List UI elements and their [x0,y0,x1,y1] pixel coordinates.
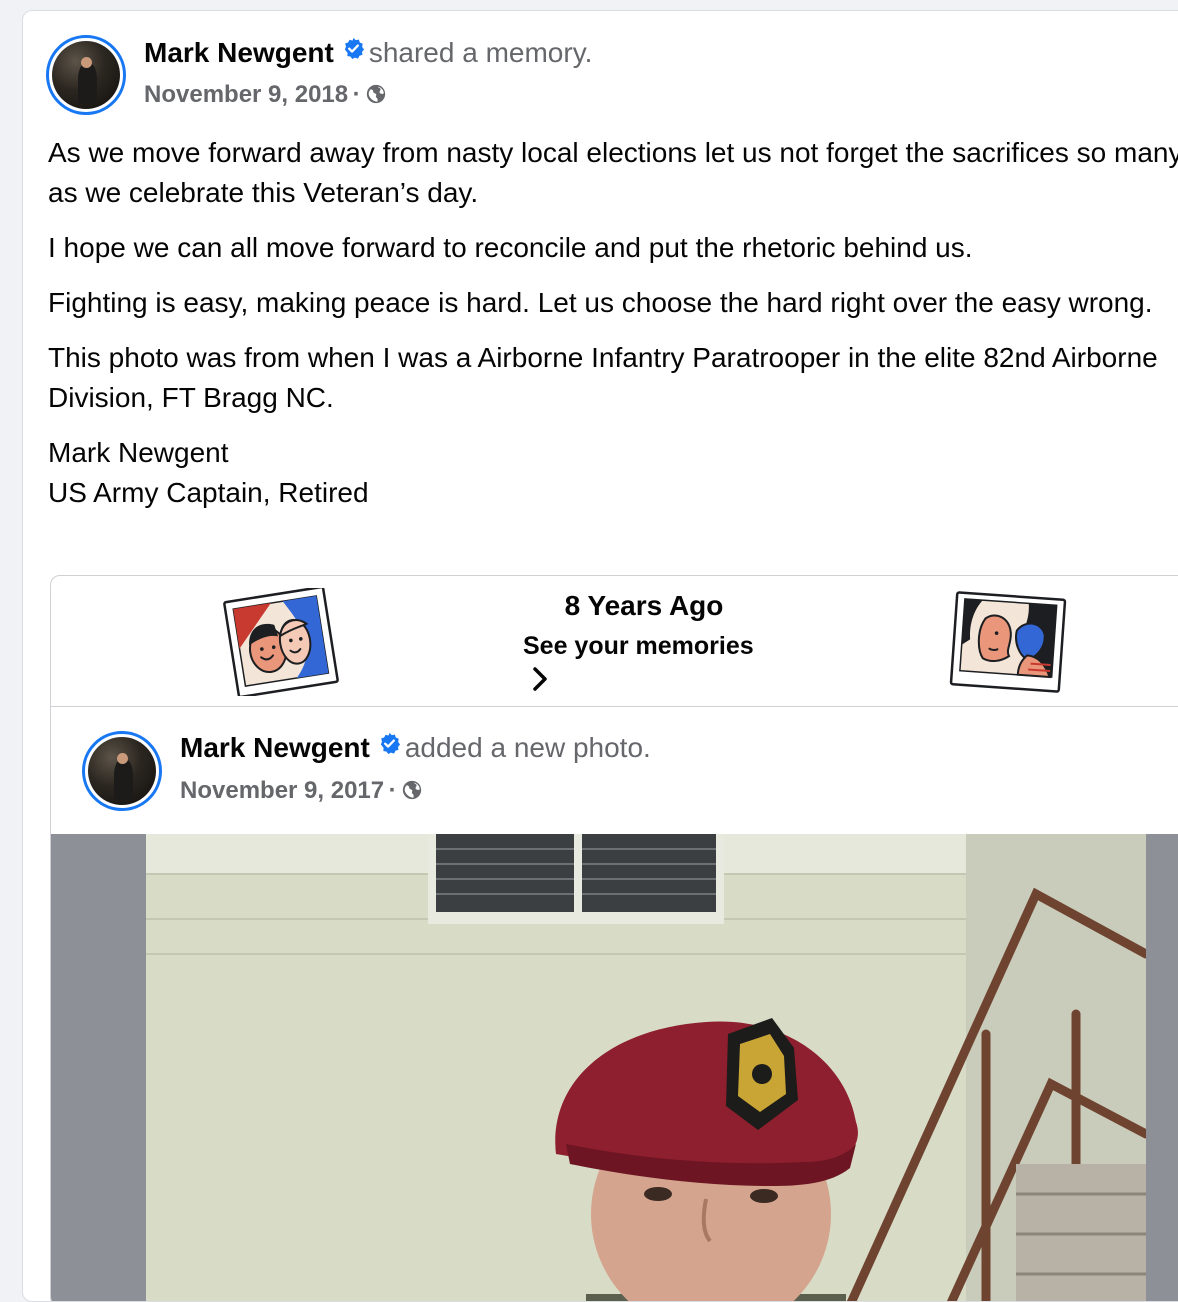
author-avatar[interactable] [82,731,162,811]
chevron-right-icon[interactable] [529,666,551,692]
author-avatar[interactable] [46,35,126,115]
signature-title: US Army Captain, Retired [48,477,369,508]
post-paragraph: I hope we can all move forward to reconc… [48,232,973,263]
signature-name: Mark Newgent [48,437,229,468]
memory-photo-frame[interactable] [51,834,1178,1301]
author-name[interactable]: Mark Newgent [180,732,370,763]
post-card: Mark Newgent shared a memory. November 9,… [22,10,1178,1302]
friends-photo-illustration [949,591,1067,693]
memory-post-header: Mark Newgent added a new photo. November … [51,707,1178,833]
meta-separator: · [388,777,397,804]
post-date[interactable]: November 9, 2017 [180,777,384,804]
post-paragraph: Fighting is easy, making peace is hard. … [48,287,1153,318]
memory-post-meta: November 9, 2017 · [180,777,423,805]
post-paragraph: As we move forward away from nasty local… [48,137,1178,208]
verified-badge-icon [344,37,364,60]
post-body: As we move forward away from nasty local… [48,133,1178,513]
post-paragraph: This photo was from when I was a Airborn… [48,342,1158,413]
post-signature: Mark Newgent US Army Captain, Retired [48,433,1178,513]
author-name[interactable]: Mark Newgent [144,37,334,68]
memory-post-header-line: Mark Newgent added a new photo. [180,732,651,764]
meta-separator: · [352,81,361,108]
globe-icon[interactable] [365,83,387,105]
memory-card: 8 Years Ago See your memories Mark Newge… [50,575,1178,1301]
verified-badge-icon [380,732,400,755]
soldier-photo-image [146,834,1146,1301]
globe-icon[interactable] [401,779,423,801]
memory-subtitle[interactable]: See your memories [523,632,754,661]
friends-photo-illustration [223,588,339,696]
post-action: shared a memory. [368,37,593,68]
memory-banner[interactable]: 8 Years Ago See your memories [51,576,1178,707]
post-action: added a new photo. [404,732,651,763]
soldier-photo[interactable] [146,834,1146,1301]
post-header-line: Mark Newgent shared a memory. [144,37,592,69]
memory-title: 8 Years Ago [564,590,724,621]
post-date[interactable]: November 9, 2018 [144,81,348,108]
post-meta: November 9, 2018 · [144,81,387,109]
